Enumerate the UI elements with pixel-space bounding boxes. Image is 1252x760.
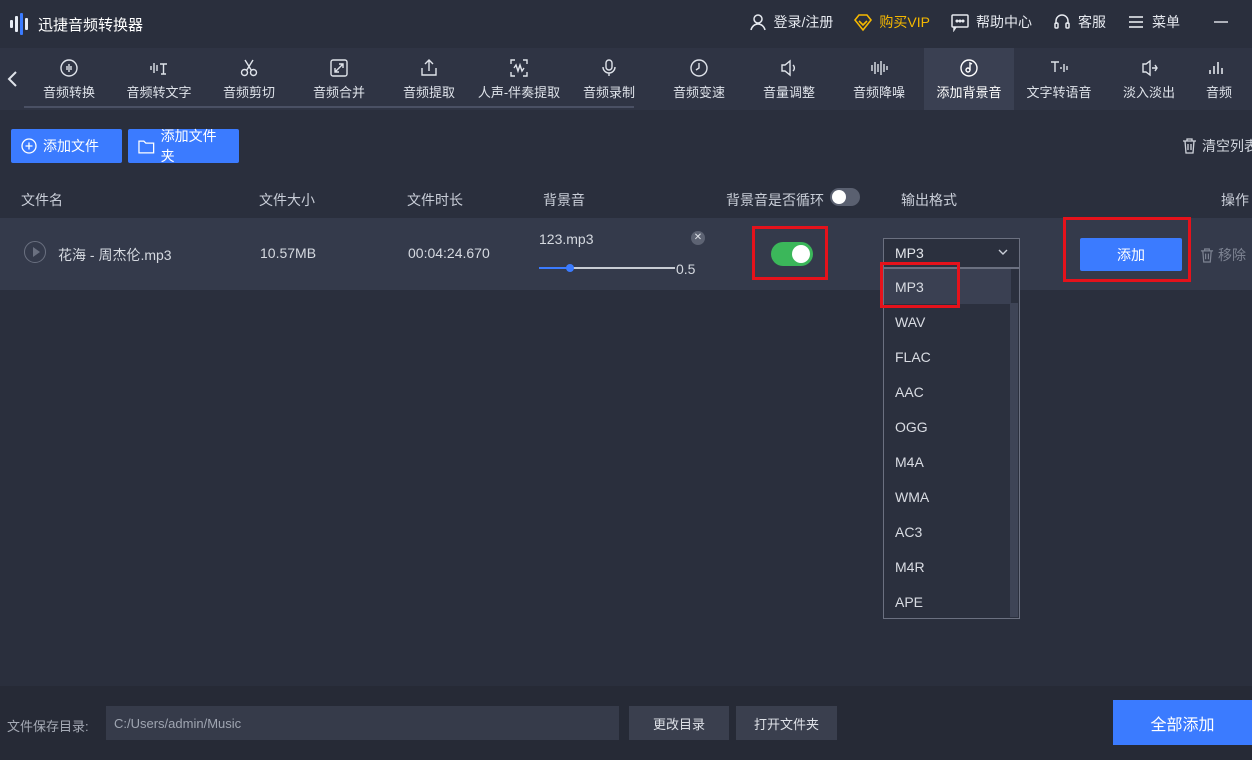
tool-add-background-music[interactable]: 添加背景音	[924, 48, 1014, 110]
minimize-button[interactable]	[1206, 7, 1236, 37]
format-option-flac[interactable]: FLAC	[884, 339, 1011, 374]
app-logo-icon	[6, 11, 32, 37]
format-option-m4a[interactable]: M4A	[884, 444, 1011, 479]
add-file-button[interactable]: 添加文件	[11, 129, 122, 163]
open-folder-button[interactable]: 打开文件夹	[736, 706, 837, 740]
row-file-duration: 00:04:24.670	[408, 245, 490, 261]
audio-convert-icon	[60, 58, 78, 77]
highlight-add-button	[1063, 217, 1191, 282]
menu-button[interactable]: 菜单	[1126, 12, 1180, 32]
extract-icon	[421, 58, 437, 76]
tool-fade-in-out[interactable]: 淡入淡出	[1104, 48, 1194, 110]
hamburger-icon	[1129, 16, 1143, 28]
play-button[interactable]	[24, 241, 46, 263]
header-loop: 背景音是否循环	[726, 192, 824, 208]
fade-icon	[1142, 59, 1158, 76]
tool-vocal-extract[interactable]: 人声-伴奏提取	[474, 48, 564, 110]
tool-volume-adjust[interactable]: 音量调整	[744, 48, 834, 110]
remove-bg-button[interactable]: ✕	[691, 231, 705, 245]
tool-audio-convert[interactable]: 音频转换	[24, 48, 114, 110]
tool-audio-cut[interactable]: 音频剪切	[204, 48, 294, 110]
close-icon: ✕	[693, 232, 703, 243]
format-dropdown-list: MP3 WAV FLAC AAC OGG M4A WMA AC3 M4R APE	[883, 268, 1020, 619]
save-path-input[interactable]: C:/Users/admin/Music	[106, 706, 619, 740]
chevron-left-icon	[7, 71, 17, 87]
app-title: 迅捷音频转换器	[38, 16, 144, 34]
music-note-icon	[960, 58, 978, 77]
loop-all-toggle[interactable]	[830, 188, 860, 206]
tool-text-to-speech[interactable]: 文字转语音	[1014, 48, 1104, 110]
chat-icon	[951, 14, 969, 32]
tool-nav: 音频转换 音频转文字 音频剪切 音频合并 音频提取 人声-伴奏提取 音频录制 音…	[0, 48, 1252, 110]
speed-icon	[690, 58, 708, 77]
format-option-wma[interactable]: WMA	[884, 479, 1011, 514]
output-format-value: MP3	[895, 245, 924, 261]
login-button[interactable]: 登录/注册	[748, 12, 833, 32]
header-file-size: 文件大小	[259, 192, 315, 208]
tool-audio-record[interactable]: 音频录制	[564, 48, 654, 110]
header-file-duration: 文件时长	[407, 192, 463, 208]
slider-thumb[interactable]	[566, 264, 574, 272]
header-output-format: 输出格式	[901, 192, 957, 208]
text-to-speech-icon	[1051, 60, 1068, 72]
format-option-ogg[interactable]: OGG	[884, 409, 1011, 444]
folder-icon	[138, 139, 155, 153]
add-folder-button[interactable]: 添加文件夹	[128, 128, 239, 164]
dropdown-scrollbar[interactable]	[1010, 303, 1018, 617]
header-operation: 操作	[1221, 192, 1249, 208]
toolbar-scroll-indicator	[24, 106, 634, 108]
change-dir-button[interactable]: 更改目录	[629, 706, 729, 740]
nav-prev-button[interactable]	[0, 48, 24, 110]
top-actions: 登录/注册 购买VIP 帮助中心 客服 菜单	[748, 0, 1252, 44]
minimize-icon	[1214, 21, 1228, 23]
format-option-ac3[interactable]: AC3	[884, 514, 1011, 549]
plus-circle-icon	[21, 138, 37, 154]
bg-volume-value: 0.5	[676, 261, 696, 277]
vip-crown-icon	[854, 14, 873, 32]
merge-icon	[330, 58, 348, 77]
vocal-extract-icon	[510, 58, 528, 77]
bars-icon	[1209, 61, 1223, 74]
clear-list-button[interactable]: 清空列表	[1182, 136, 1252, 156]
buy-vip-button[interactable]: 购买VIP	[853, 12, 930, 32]
microphone-icon	[602, 58, 616, 76]
bg-volume-slider[interactable]	[539, 264, 675, 272]
tool-audio-extract[interactable]: 音频提取	[384, 48, 474, 110]
header-background: 背景音	[543, 192, 585, 208]
scissors-icon	[240, 59, 258, 76]
add-all-button[interactable]: 全部添加	[1113, 700, 1252, 745]
row-bg-file: 123.mp3	[539, 231, 594, 247]
user-icon	[749, 14, 766, 31]
save-dir-label: 文件保存目录:	[7, 719, 89, 734]
tool-speech-to-text[interactable]: 音频转文字	[114, 48, 204, 110]
volume-icon	[781, 59, 795, 76]
row-file-name: 花海 - 周杰伦.mp3	[58, 247, 172, 263]
speech-to-text-icon	[150, 62, 167, 75]
row-file-size: 10.57MB	[260, 245, 317, 261]
tool-audio-merge[interactable]: 音频合并	[294, 48, 384, 110]
highlight-loop-toggle	[752, 226, 828, 280]
remove-button[interactable]: 移除	[1200, 245, 1246, 265]
trash-icon	[1200, 247, 1214, 263]
format-option-ape[interactable]: APE	[884, 584, 1011, 619]
headset-icon	[1054, 14, 1070, 29]
customer-service-button[interactable]: 客服	[1052, 12, 1106, 32]
chevron-down-icon	[998, 249, 1008, 255]
trash-icon	[1183, 138, 1196, 154]
tool-denoise[interactable]: 音频降噪	[834, 48, 924, 110]
tool-audio-more[interactable]: 音频	[1194, 48, 1238, 110]
denoise-icon	[871, 60, 888, 75]
format-option-aac[interactable]: AAC	[884, 374, 1011, 409]
highlight-mp3-option	[880, 262, 960, 308]
header-file-name: 文件名	[21, 192, 63, 208]
tool-audio-speed[interactable]: 音频变速	[654, 48, 744, 110]
format-option-m4r[interactable]: M4R	[884, 549, 1011, 584]
format-option-wav[interactable]: WAV	[884, 304, 1011, 339]
table-header: 文件名 文件大小 文件时长 背景音 背景音是否循环 输出格式 操作	[0, 182, 1252, 214]
help-center-button[interactable]: 帮助中心	[950, 12, 1032, 32]
